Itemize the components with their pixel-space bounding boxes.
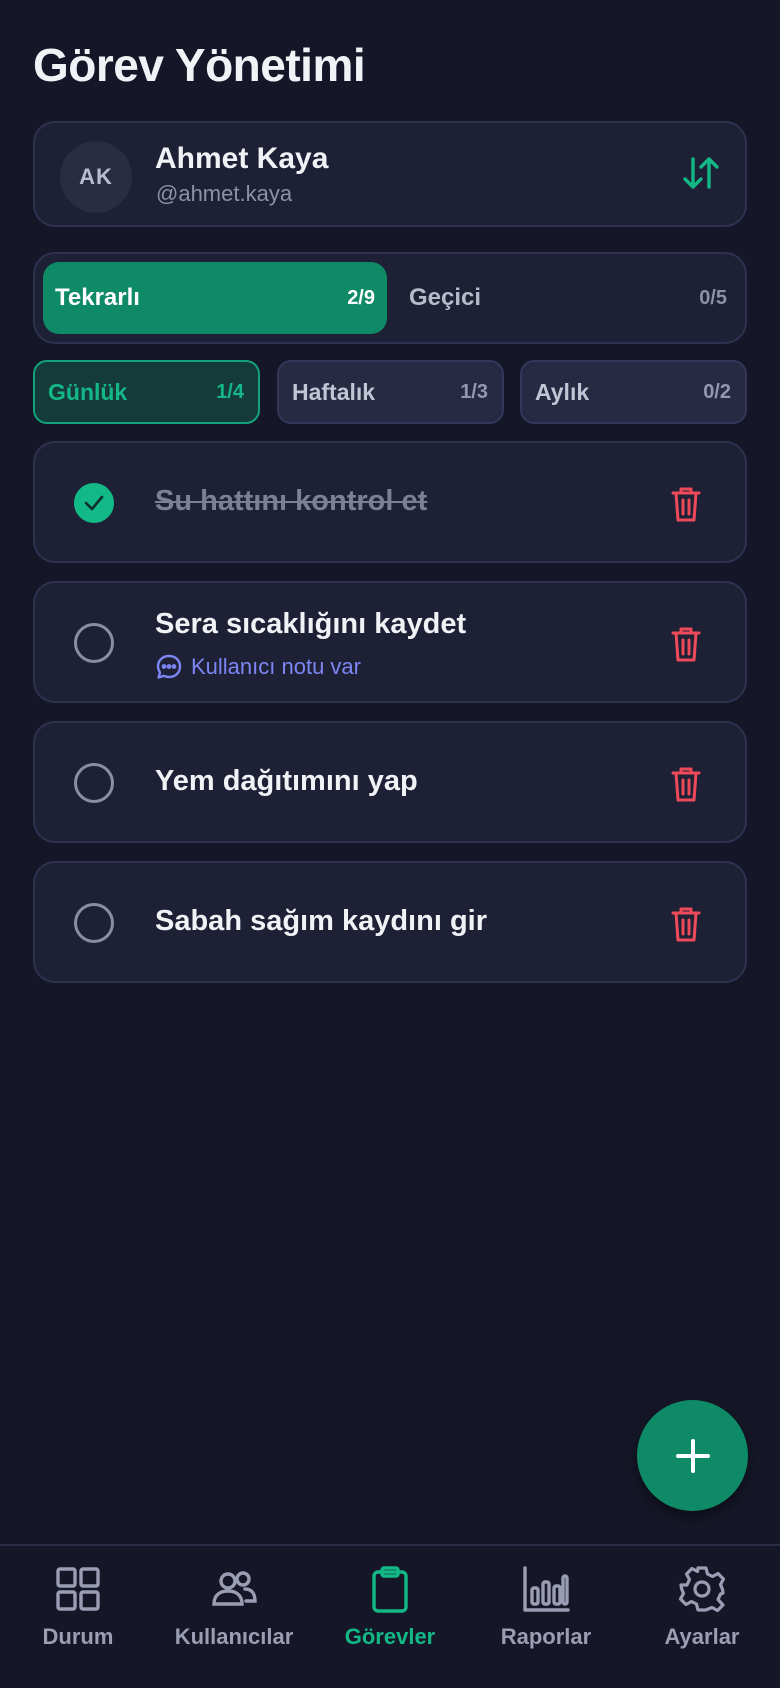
chip-label: Haftalık — [292, 378, 376, 405]
user-note-link[interactable]: Kullanıcı notu var — [155, 653, 361, 681]
period-chip-monthly[interactable]: Aylık 0/2 — [520, 360, 747, 424]
user-card: AK Ahmet Kaya @ahmet.kaya — [33, 121, 747, 227]
trash-icon[interactable] — [671, 905, 701, 943]
trash-icon[interactable] — [671, 485, 701, 523]
period-chip-daily[interactable]: Günlük 1/4 — [33, 360, 260, 424]
segment-label: Tekrarlı — [55, 284, 140, 311]
task-title: Yem dağıtımını yap — [155, 765, 418, 797]
task-checkbox[interactable] — [74, 763, 114, 803]
bar-chart-icon — [523, 1566, 570, 1612]
task-title: Su hattını kontrol et — [155, 485, 428, 517]
user-handle: @ahmet.kaya — [156, 181, 293, 206]
task-item: Sabah sağım kaydını gir — [33, 861, 747, 983]
avatar: AK — [60, 141, 132, 213]
task-checkbox[interactable] — [74, 903, 114, 943]
trash-icon[interactable] — [671, 625, 701, 663]
chip-label: Günlük — [48, 378, 128, 405]
segment-recurring[interactable]: Tekrarlı 2/9 — [43, 262, 387, 334]
task-item: Sera sıcaklığını kaydet Kullanıcı notu v… — [33, 581, 747, 703]
sort-arrows-icon[interactable] — [679, 151, 723, 195]
segment-count: 2/9 — [347, 286, 375, 309]
chip-count: 1/4 — [216, 380, 244, 403]
period-chip-weekly[interactable]: Haftalık 1/3 — [277, 360, 504, 424]
plus-icon — [675, 1438, 710, 1473]
check-icon — [84, 495, 104, 511]
clipboard-icon — [372, 1566, 408, 1613]
nav-label: Kullanıcılar — [174, 1624, 294, 1649]
nav-label: Durum — [42, 1624, 114, 1649]
nav-label: Ayarlar — [664, 1624, 740, 1649]
page-title: Görev Yönetimi — [33, 39, 366, 91]
gear-icon — [678, 1566, 726, 1613]
task-type-switch: Tekrarlı 2/9 Geçici 0/5 — [33, 252, 747, 344]
task-checkbox[interactable] — [74, 623, 114, 663]
task-title: Sabah sağım kaydını gir — [155, 905, 487, 937]
task-item: Yem dağıtımını yap — [33, 721, 747, 843]
user-name: Ahmet Kaya — [155, 142, 329, 175]
users-icon — [212, 1571, 257, 1606]
grid-icon — [56, 1567, 100, 1611]
chip-count: 0/2 — [703, 380, 731, 403]
trash-icon[interactable] — [671, 765, 701, 803]
chip-label: Aylık — [535, 378, 590, 405]
bottom-nav: Durum Kullanıcılar Görevler Raporlar Aya… — [0, 1544, 780, 1688]
chat-bubble-icon — [156, 654, 182, 679]
segment-temporary[interactable]: Geçici 0/5 — [397, 262, 739, 334]
segment-label: Geçici — [409, 284, 482, 311]
nav-item-durum[interactable]: Durum — [0, 1564, 156, 1664]
add-task-button[interactable] — [637, 1400, 748, 1511]
note-label: Kullanıcı notu var — [191, 654, 361, 679]
chip-count: 1/3 — [460, 380, 488, 403]
task-checkbox[interactable] — [74, 483, 114, 523]
task-title: Sera sıcaklığını kaydet — [155, 608, 467, 640]
nav-item-kullanicilar[interactable]: Kullanıcılar — [156, 1564, 312, 1664]
nav-label: Görevler — [344, 1624, 436, 1649]
nav-item-gorevler[interactable]: Görevler — [312, 1564, 468, 1664]
nav-item-ayarlar[interactable]: Ayarlar — [624, 1564, 780, 1664]
task-item: Su hattını kontrol et — [33, 441, 747, 563]
task-management-screen: Görev Yönetimi AK Ahmet Kaya @ahmet.kaya… — [0, 0, 780, 1688]
nav-label: Raporlar — [500, 1624, 592, 1649]
segment-count: 0/5 — [699, 286, 727, 309]
nav-item-raporlar[interactable]: Raporlar — [468, 1564, 624, 1664]
